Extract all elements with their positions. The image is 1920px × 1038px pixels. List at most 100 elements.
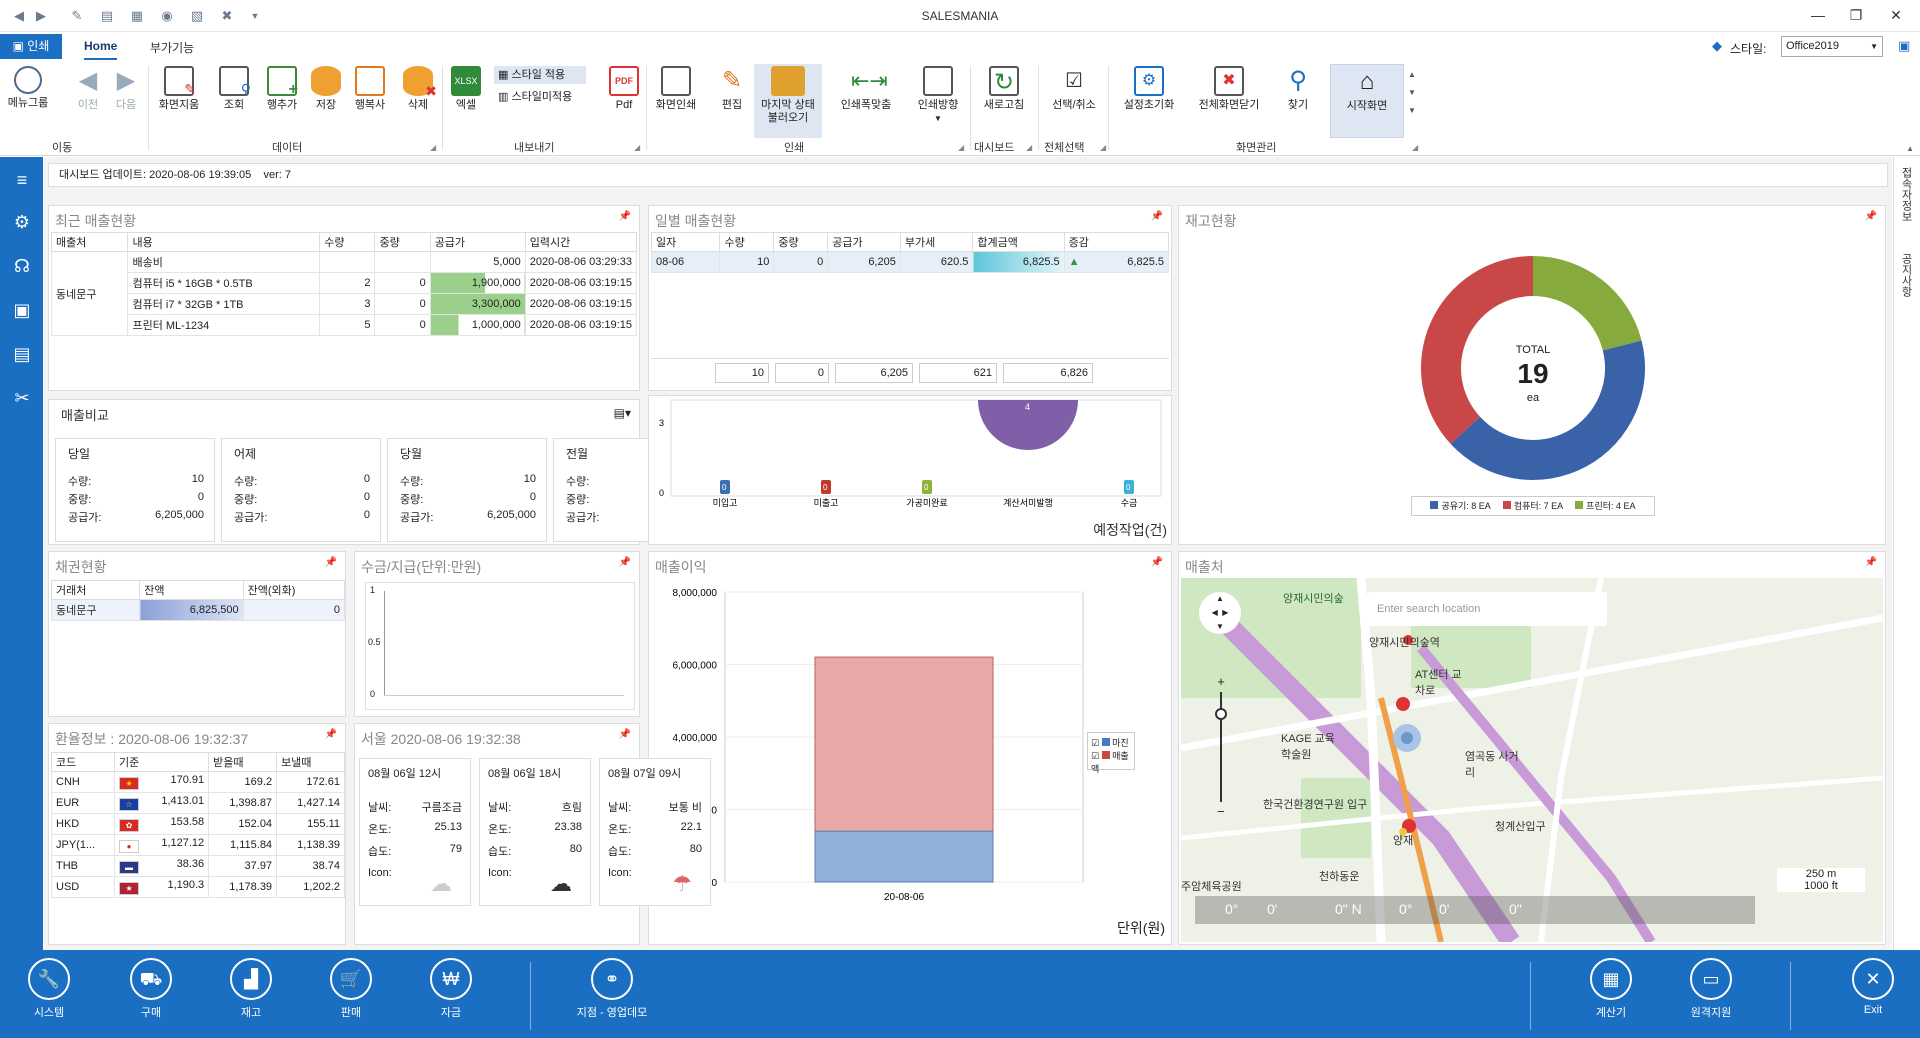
pin-icon[interactable]: 📌: [619, 557, 631, 568]
table-cell[interactable]: 2: [319, 272, 376, 294]
clear-screen-button[interactable]: ✎ 화면지움: [152, 64, 206, 122]
table-cell[interactable]: 1,900,000: [429, 272, 526, 294]
prev-button[interactable]: ◀ 이전: [72, 64, 104, 122]
next-button[interactable]: ▶ 다음: [110, 64, 142, 122]
table-cell[interactable]: 프린터 ML-1234: [127, 314, 321, 336]
legend-item[interactable]: 컴퓨터: 7 EA: [1502, 501, 1563, 511]
select-cancel-button[interactable]: ☑ 선택/취소: [1044, 64, 1104, 122]
pin-icon[interactable]: 📌: [325, 729, 337, 740]
id-card-icon[interactable]: ▤: [9, 341, 35, 367]
style-select[interactable]: Office2019 ▼: [1781, 36, 1883, 57]
table-cell[interactable]: 10: [719, 251, 775, 273]
table-cell[interactable]: 0: [374, 272, 431, 294]
close-button[interactable]: ✕: [1878, 4, 1914, 26]
table-cell[interactable]: 0: [374, 314, 431, 336]
table-row[interactable]: USD ★ 1,190.3 1,178.39 1,202.2: [50, 876, 345, 898]
print-tab[interactable]: ▣ 인쇄: [0, 34, 62, 59]
dialog-launcher-icon[interactable]: ◢: [1026, 143, 1032, 152]
tab-home[interactable]: Home: [84, 39, 118, 60]
table-cell[interactable]: 38.74: [276, 855, 345, 877]
table-row[interactable]: EUR ☆ 1,413.01 1,398.87 1,427.14: [50, 792, 345, 814]
calculator-button[interactable]: ▦ 계산기: [1576, 958, 1646, 1020]
copy-row-button[interactable]: 행복사: [350, 64, 390, 122]
map-search-input[interactable]: Enter search location: [1367, 592, 1607, 626]
table-cell[interactable]: 155.11: [276, 813, 345, 835]
branch-button[interactable]: ⚭ 지점 - 영업데모: [552, 958, 672, 1020]
table-cell[interactable]: ● 1,127.12: [114, 834, 210, 856]
print-direction-button[interactable]: 인쇄방향 ▼: [910, 64, 966, 123]
gear-icon[interactable]: ⚙: [9, 209, 35, 235]
map-view[interactable]: 양재시민의숲 양재시민의숲역 AT센터 교차로 KAGE 교육학술원 염곡동 사…: [1181, 578, 1883, 942]
purchase-button[interactable]: ⛟ 구매: [116, 958, 186, 1020]
reset-settings-button[interactable]: ⚙ 설정초기화: [1116, 64, 1182, 122]
box-icon[interactable]: ▣: [9, 297, 35, 323]
legend-item[interactable]: 프린터: 4 EA: [1575, 501, 1636, 511]
table-cell[interactable]: ▲ 6,825.5: [1063, 251, 1170, 273]
table-cell[interactable]: 169.2: [208, 771, 278, 793]
tab-addon[interactable]: 부가기능: [150, 39, 194, 56]
table-cell[interactable]: ▬ 38.36: [114, 855, 210, 877]
table-cell[interactable]: ★ 1,190.3: [114, 876, 210, 898]
pin-icon[interactable]: 📌: [619, 729, 631, 740]
table-cell[interactable]: 6,825.5: [972, 251, 1065, 273]
style-unapply-button[interactable]: ▥ 스타일미적용: [494, 88, 586, 106]
sales-button[interactable]: 🛒 판매: [316, 958, 386, 1020]
funds-button[interactable]: ₩ 자금: [416, 958, 486, 1020]
table-cell[interactable]: 3,300,000: [429, 293, 526, 315]
table-cell[interactable]: 2020-08-06 03:19:15: [524, 272, 638, 294]
fit-print-button[interactable]: ⇤⇥ 인쇄폭맞춤: [834, 64, 898, 122]
table-cell[interactable]: 1,427.14: [276, 792, 345, 814]
table-row[interactable]: JPY(1... ● 1,127.12 1,115.84 1,138.39: [50, 834, 345, 856]
dialog-launcher-icon[interactable]: ◢: [430, 143, 436, 152]
table-cell[interactable]: JPY(1...: [50, 834, 116, 856]
dialog-launcher-icon[interactable]: ◢: [958, 143, 964, 152]
table-cell[interactable]: 6,205: [827, 251, 901, 273]
table-cell[interactable]: 3: [319, 293, 376, 315]
table-cell[interactable]: 172.61: [276, 771, 345, 793]
table-cell[interactable]: 동네문구: [50, 251, 129, 336]
table-cell[interactable]: 컴퓨터 i5 * 16GB * 0.5TB: [127, 272, 321, 294]
pin-icon[interactable]: 📌: [619, 211, 631, 222]
table-cell[interactable]: 08-06: [650, 251, 721, 273]
table-cell[interactable]: 5,000: [429, 251, 526, 273]
table-cell[interactable]: THB: [50, 855, 116, 877]
connected-users-tab[interactable]: 접속자정보: [1898, 167, 1914, 222]
table-cell[interactable]: ✿ 153.58: [114, 813, 210, 835]
delete-button[interactable]: ✖ 삭제: [400, 64, 437, 122]
table-row[interactable]: 동네문구 배송비 5,000 2020-08-06 03:29:33: [50, 251, 638, 336]
legend-item-margin[interactable]: ☑ 마진: [1091, 736, 1131, 749]
pin-icon[interactable]: 📌: [1865, 557, 1877, 568]
excel-button[interactable]: XLSX 엑셀: [448, 64, 484, 122]
style-apply-button[interactable]: ▦ 스타일 적용: [494, 66, 586, 84]
close-all-screens-button[interactable]: ✖ 전체화면닫기: [1192, 64, 1266, 122]
dialog-launcher-icon[interactable]: ◢: [1100, 143, 1106, 152]
layout-menu-icon[interactable]: ▤▾: [614, 406, 631, 420]
table-row[interactable]: 프린터 ML-1234 5 0 1,000,000 2020-08-06 03:19:1…: [52, 314, 638, 336]
table-cell[interactable]: 0: [242, 599, 346, 621]
restore-button[interactable]: ❐: [1838, 4, 1874, 26]
table-cell[interactable]: 1,000,000: [429, 314, 526, 336]
remote-support-button[interactable]: ▭ 원격지원: [1676, 958, 1746, 1020]
table-cell[interactable]: HKD: [50, 813, 116, 835]
edit-button[interactable]: ✎ 편집: [714, 64, 750, 122]
table-row[interactable]: CNH ★ 170.91 169.2 172.61: [50, 771, 345, 793]
table-cell[interactable]: [319, 251, 376, 273]
table-row[interactable]: 컴퓨터 i7 * 32GB * 1TB 3 0 3,300,000 2020-08-06…: [52, 293, 638, 315]
table-cell[interactable]: 0: [374, 293, 431, 315]
bar-margin[interactable]: [814, 830, 994, 883]
pin-icon[interactable]: 📌: [1151, 211, 1163, 222]
table-cell[interactable]: ★ 170.91: [114, 771, 210, 793]
collapse-ribbon-icon[interactable]: ▲: [1906, 144, 1914, 153]
load-last-state-button[interactable]: 마지막 상태 불러오기: [754, 64, 822, 138]
table-cell[interactable]: 1,115.84: [208, 834, 278, 856]
system-button[interactable]: 🔧 시스템: [14, 958, 84, 1020]
dialog-launcher-icon[interactable]: ◢: [1412, 143, 1418, 152]
table-cell[interactable]: EUR: [50, 792, 116, 814]
pdf-button[interactable]: PDF Pdf: [604, 64, 644, 122]
screen-print-button[interactable]: 화면인쇄: [650, 64, 702, 122]
table-cell[interactable]: 152.04: [208, 813, 278, 835]
map-zoom-control[interactable]: + −: [1211, 674, 1231, 824]
table-row[interactable]: HKD ✿ 153.58 152.04 155.11: [50, 813, 345, 835]
table-cell[interactable]: 배송비: [127, 251, 321, 273]
bar-sales[interactable]: [814, 656, 994, 832]
